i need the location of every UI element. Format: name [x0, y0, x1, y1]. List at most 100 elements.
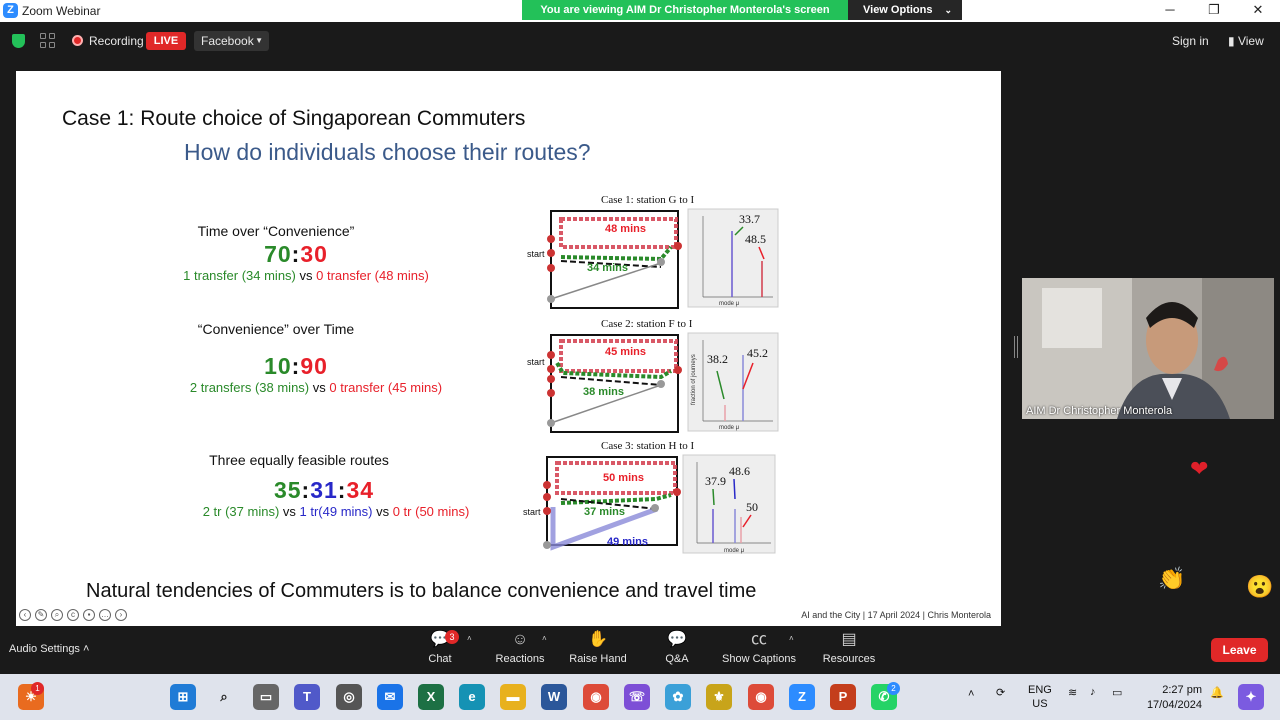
whatsapp-outline-icon[interactable]: ◎ [336, 684, 362, 710]
speaker-video-tile[interactable]: AIM Dr Christopher Monterola [1022, 278, 1274, 419]
wifi-icon[interactable]: ≋ [1068, 686, 1077, 699]
minimize-button[interactable]: ─ [1148, 0, 1192, 20]
peak-label: 45.2 [747, 346, 768, 360]
route-label: 38 mins [583, 386, 624, 398]
viber-icon[interactable]: ☏ [624, 684, 650, 710]
clapping-reaction-icon: 👏 [1158, 566, 1186, 591]
chat-count-badge: 3 [445, 630, 459, 644]
restore-button[interactable]: ❐ [1192, 0, 1236, 20]
reactions-caret-icon[interactable]: ˄ [542, 634, 547, 643]
ratio-value: 30 [300, 241, 328, 267]
resources-label: Resources [822, 653, 876, 665]
mail-icon[interactable]: ✉ [377, 684, 403, 710]
raise-hand-button[interactable]: ✋ Raise Hand [558, 630, 638, 665]
photos-icon[interactable]: ✿ [665, 684, 691, 710]
volume-icon[interactable]: ♪ [1090, 686, 1096, 698]
pen-icon[interactable]: ✎ [35, 609, 47, 621]
detail-part: vs [279, 504, 300, 519]
view-options-button[interactable]: View Options ⌄ [848, 0, 962, 20]
route-label: 49 mins [607, 536, 648, 548]
hand-icon: ✋ [588, 631, 608, 648]
teams-icon[interactable]: T [294, 684, 320, 710]
seal-app-icon[interactable]: ⚜ [706, 684, 732, 710]
route-label: 50 mins [603, 472, 644, 484]
file-explorer-icon[interactable]: ▬ [500, 684, 526, 710]
leave-button[interactable]: Leave [1211, 638, 1268, 662]
shared-slide: Case 1: Route choice of Singaporean Comm… [16, 71, 1001, 626]
speaker-video-image [1022, 278, 1274, 419]
clock-time: 2:27 pm [1162, 684, 1202, 696]
close-button[interactable]: ✕ [1236, 0, 1280, 20]
reactions-button[interactable]: ☺ Reactions [480, 630, 560, 665]
language-label: ENG [1028, 684, 1052, 696]
start-label: start [523, 507, 541, 517]
show-captions-label: Show Captions [722, 653, 796, 665]
peak-label: 48.5 [745, 232, 766, 246]
captions-icon[interactable]: c [67, 609, 79, 621]
sign-in-link[interactable]: Sign in [1172, 34, 1209, 48]
chrome-profile-icon[interactable]: ◉ [748, 684, 774, 710]
windows-start-icon[interactable]: ⊞ [170, 684, 196, 710]
diagram-title: Case 3: station H to I [601, 440, 695, 452]
panel-resize-handle[interactable] [1014, 336, 1018, 358]
heart-reaction-icon: ❤ [1190, 456, 1209, 481]
chrome-icon[interactable]: ◉ [583, 684, 609, 710]
powerpoint-icon[interactable]: P [830, 684, 856, 710]
app-title: Zoom Webinar [22, 4, 101, 18]
resources-button[interactable]: ▤ Resources [809, 630, 889, 665]
stream-target-dropdown[interactable]: Facebook ▼ [194, 31, 269, 51]
window-titlebar: Z Zoom Webinar You are viewing AIM Dr Ch… [0, 0, 1280, 22]
clock-date: 17/04/2024 [1146, 699, 1202, 711]
case2-ratio: 10:90 [216, 353, 376, 380]
view-options-label: View Options [863, 4, 933, 16]
route-label: 37 mins [584, 506, 625, 518]
qa-button[interactable]: 💬 Q&A [637, 630, 717, 665]
zoom-taskbar-icon[interactable]: Z [789, 684, 815, 710]
axis-label: mode μ [724, 548, 745, 554]
search-icon[interactable]: ⌕ [211, 684, 237, 710]
security-shield-icon[interactable] [12, 34, 25, 48]
whatsapp-badge: 2 [887, 682, 900, 695]
next-slide-icon[interactable]: › [115, 609, 127, 621]
language-indicator[interactable]: ENG US [1028, 683, 1052, 711]
axis-label: mode μ [719, 425, 740, 431]
live-badge: LIVE [146, 32, 186, 50]
view-button[interactable]: ▮ View [1228, 34, 1264, 48]
camera-icon[interactable]: ▪ [83, 609, 95, 621]
detail-part: 1 transfer (34 mins) [183, 268, 296, 283]
chat-caret-icon[interactable]: ˄ [467, 634, 472, 643]
task-view-icon[interactable]: ▭ [253, 684, 279, 710]
stream-target-label: Facebook [201, 34, 254, 48]
show-captions-button[interactable]: ㏄ Show Captions [719, 630, 799, 665]
ratio-value: 70 [264, 241, 292, 267]
tray-overflow-icon[interactable]: ˄ [968, 688, 974, 700]
captions-caret-icon[interactable]: ˄ [789, 634, 794, 643]
prev-slide-icon[interactable]: ‹ [19, 609, 31, 621]
reactions-label: Reactions [495, 653, 545, 665]
edge-icon[interactable]: e [459, 684, 485, 710]
resources-icon: ▤ [841, 631, 857, 648]
excel-icon[interactable]: X [418, 684, 444, 710]
gallery-grid-icon[interactable] [40, 33, 55, 48]
recording-label: Recording [89, 34, 144, 48]
more-icon[interactable]: … [99, 609, 111, 621]
slide-footer: AI and the City | 17 April 2024 | Chris … [801, 610, 991, 620]
case3-heading: Three equally feasible routes [209, 452, 389, 468]
sync-icon[interactable]: ⟳ [996, 686, 1005, 699]
audio-settings-button[interactable]: Audio Settings ˄ [9, 643, 89, 655]
peak-label: 50 [746, 500, 758, 514]
battery-icon[interactable]: ▭ [1112, 686, 1122, 699]
start-label: start [527, 357, 545, 367]
detail-part: 0 transfer (45 mins) [329, 380, 443, 395]
slide-nav-tools: ‹ ✎ ⌕ c ▪ … › [19, 609, 127, 621]
zoom-icon[interactable]: ⌕ [51, 609, 63, 621]
word-icon[interactable]: W [541, 684, 567, 710]
qa-icon: 💬 [667, 631, 687, 648]
system-clock[interactable]: 2:27 pm 17/04/2024 [1138, 683, 1202, 713]
qa-label: Q&A [665, 653, 689, 665]
copilot-icon[interactable]: ✦ [1238, 684, 1264, 710]
notification-bell-icon[interactable]: 🔔 [1210, 686, 1224, 699]
peak-label: 37.9 [705, 474, 726, 488]
axis-label: mode μ [719, 301, 740, 307]
slide-conclusion: Natural tendencies of Commuters is to ba… [86, 580, 757, 602]
